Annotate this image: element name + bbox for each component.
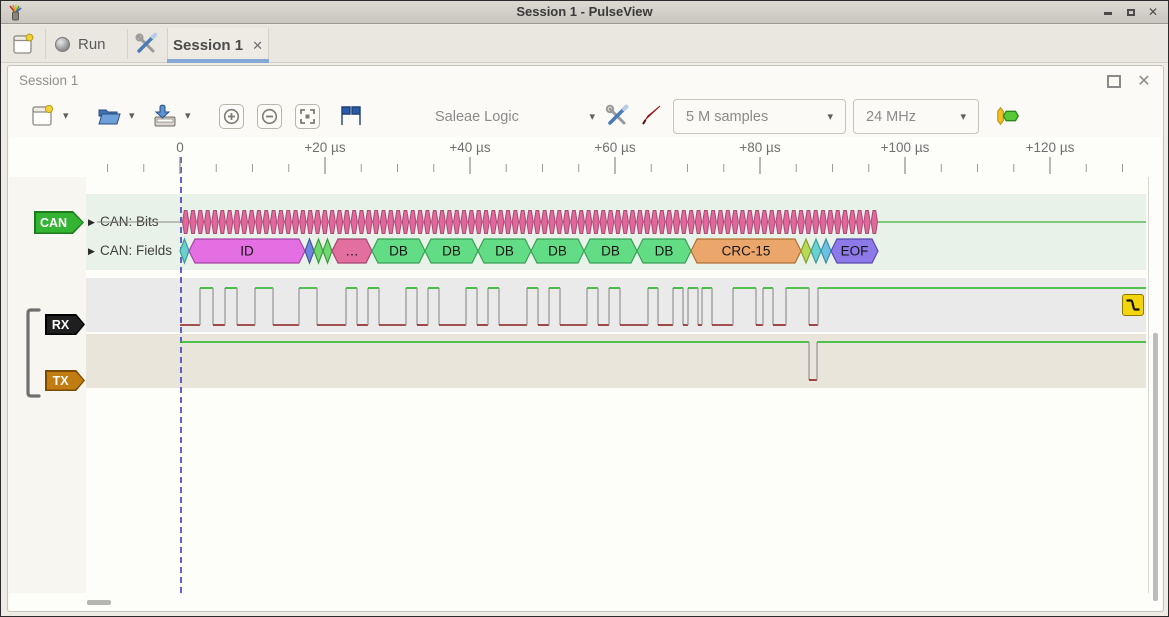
tx-tag-label: TX xyxy=(45,370,76,391)
add-decoder-button[interactable] xyxy=(994,102,1022,130)
dock-close-button[interactable]: ✕ xyxy=(1135,71,1153,91)
row-label-can-bits: CAN: Bits xyxy=(100,214,159,229)
new-session-button[interactable] xyxy=(11,32,35,61)
view-right-edge xyxy=(1148,177,1149,593)
titlebar: Session 1 - PulseView ✕ xyxy=(1,1,1168,24)
toolbar-separator xyxy=(127,29,128,59)
horizontal-scrollbar[interactable] xyxy=(87,600,111,605)
dock-title: Session 1 xyxy=(19,73,78,88)
zoom-fit-button[interactable] xyxy=(295,104,320,129)
settings-icon[interactable] xyxy=(134,32,158,61)
sample-rate-value: 24 MHz xyxy=(866,109,916,125)
tab-close-icon[interactable]: ✕ xyxy=(252,38,263,54)
close-button[interactable]: ✕ xyxy=(1144,4,1162,20)
device-name: Saleae Logic xyxy=(435,109,519,125)
new-file-dropdown-icon[interactable]: ▾ xyxy=(63,109,69,122)
run-state-icon xyxy=(55,37,70,52)
row-label-can-fields: CAN: Fields xyxy=(100,243,172,258)
tab-label: Session 1 xyxy=(173,37,243,54)
expand-arrow-icon[interactable]: ▶ xyxy=(88,246,95,257)
channels-probe-icon[interactable] xyxy=(637,102,665,130)
expand-arrow-icon[interactable]: ▶ xyxy=(88,217,95,228)
tab-session-1[interactable]: Session 1 ✕ xyxy=(167,28,269,63)
sample-count-select[interactable]: 5 M samples ▾ xyxy=(673,99,846,134)
minimize-button[interactable] xyxy=(1099,4,1117,20)
device-dropdown-icon: ▾ xyxy=(589,110,595,123)
run-label: Run xyxy=(78,36,106,53)
can-tag-label: CAN xyxy=(34,211,73,234)
save-dropdown-icon[interactable]: ▾ xyxy=(185,109,191,122)
device-config-icon[interactable] xyxy=(603,102,631,130)
save-button[interactable] xyxy=(151,102,179,130)
show-cursors-button[interactable] xyxy=(337,102,365,130)
sample-count-value: 5 M samples xyxy=(686,109,768,125)
rx-tag-label: RX xyxy=(45,314,76,335)
can-decoder-rows[interactable] xyxy=(86,194,1146,270)
tab-active-indicator xyxy=(167,59,269,63)
device-selector[interactable]: Saleae Logic ▾ xyxy=(421,99,601,134)
vertical-scrollbar[interactable] xyxy=(1153,333,1158,601)
new-file-button[interactable] xyxy=(28,102,56,130)
maximize-button[interactable] xyxy=(1122,4,1140,20)
zoom-in-button[interactable] xyxy=(219,104,244,129)
run-button[interactable]: Run xyxy=(55,31,106,57)
open-file-button[interactable] xyxy=(95,102,123,130)
tx-signal-row[interactable] xyxy=(86,334,1146,388)
dock-float-button[interactable] xyxy=(1107,75,1121,88)
window-title: Session 1 - PulseView xyxy=(1,4,1168,19)
open-file-dropdown-icon[interactable]: ▾ xyxy=(129,109,135,122)
falling-edge-trigger-icon[interactable] xyxy=(1122,294,1144,316)
toolbar-separator xyxy=(45,29,46,59)
rx-signal-row[interactable] xyxy=(86,278,1146,332)
sample-rate-dropdown-icon: ▾ xyxy=(960,110,966,123)
sample-rate-select[interactable]: 24 MHz ▾ xyxy=(853,99,979,134)
sample-count-dropdown-icon: ▾ xyxy=(827,110,833,123)
pulseview-window: Session 1 - PulseView ✕ Run Session 1 ✕ … xyxy=(0,0,1169,617)
channel-group-bracket[interactable] xyxy=(25,307,45,399)
time-cursor[interactable] xyxy=(180,157,182,593)
zoom-out-button[interactable] xyxy=(257,104,282,129)
